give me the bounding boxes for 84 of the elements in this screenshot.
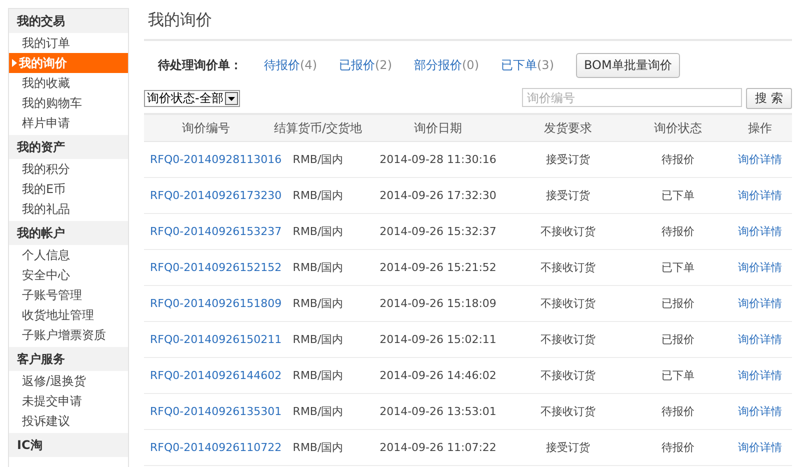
sidebar-section-title: IC淘 (9, 433, 128, 457)
details-link[interactable]: 询价详情 (738, 404, 782, 419)
inquiry-id-link[interactable]: RFQ0-20140926135301 (144, 405, 282, 418)
filter-link[interactable]: 部分报价(0) (414, 56, 479, 74)
sidebar-section-title: 我的帐户 (9, 221, 128, 245)
inquiry-id-link[interactable]: RFQ0-20140926152152 (144, 261, 282, 274)
inquiry-id-link[interactable]: RFQ0-20140928113016 (144, 153, 282, 166)
pending-label: 待处理询价单： (158, 56, 242, 74)
sidebar-item[interactable]: 返修/退换货 (9, 371, 128, 391)
search-field[interactable]: 询价编号 (522, 88, 742, 107)
inquiry-id-link[interactable]: RFQ0-20140926153237 (144, 225, 282, 238)
table-cell-text: 已下单 (660, 368, 696, 383)
table-cell-text: 接受订货 (545, 188, 591, 203)
column-header: 结算货币/交货地 (272, 120, 364, 136)
sidebar-item[interactable]: 投诉建议 (9, 411, 128, 431)
details-link[interactable]: 询价详情 (738, 260, 782, 275)
table-cell-text: 2014-09-26 13:53:01 (378, 405, 498, 418)
sidebar-item[interactable]: 我的积分 (9, 159, 128, 179)
details-link[interactable]: 询价详情 (738, 224, 782, 239)
inquiry-id-link[interactable]: RFQ0-20140926110722 (144, 441, 282, 454)
sidebar-item[interactable]: 个人信息 (9, 245, 128, 265)
details-link[interactable]: 询价详情 (738, 368, 782, 383)
filter-link[interactable]: 待报价(4) (264, 56, 317, 74)
table-cell-text: 已下单 (660, 260, 696, 275)
page-title: 我的询价 (148, 10, 212, 29)
table-cell-text: 2014-09-26 15:32:37 (378, 225, 498, 238)
sidebar-item[interactable]: 我的礼品 (9, 199, 128, 219)
column-header: 发货要求 (543, 120, 593, 136)
status-select[interactable]: 询价状态-全部 (144, 90, 240, 107)
inquiry-id-link[interactable]: RFQ0-20140926173230 (144, 189, 282, 202)
search-button[interactable]: 搜 索 (746, 88, 792, 109)
sidebar-section-title: 客户服务 (9, 347, 128, 371)
sidebar-item[interactable]: 我的订单 (9, 33, 128, 53)
table-cell-text: 已报价 (660, 296, 696, 311)
sidebar-item[interactable]: 我的收藏 (9, 73, 128, 93)
sidebar-item[interactable]: 子账户增票资质 (9, 325, 128, 345)
table-cell-text: 已报价 (660, 332, 696, 347)
dropdown-icon (228, 96, 236, 100)
table-cell-text: 不接收订货 (540, 332, 596, 347)
bom-button[interactable]: BOM单批量询价 (576, 52, 680, 78)
details-link[interactable]: 询价详情 (738, 440, 782, 455)
details-link[interactable]: 询价详情 (738, 332, 782, 347)
table-cell-text: 待报价 (660, 440, 696, 455)
sidebar-section-title: 我的交易 (9, 9, 128, 33)
table-cell-text: 不接收订货 (540, 296, 596, 311)
sidebar-item[interactable]: 我的购物车 (9, 93, 128, 113)
column-header: 询价日期 (413, 120, 463, 136)
inquiry-id-link[interactable]: RFQ0-20140926150211 (144, 333, 282, 346)
sidebar-item[interactable]: 样片申请 (9, 113, 128, 133)
details-link[interactable]: 询价详情 (738, 152, 782, 167)
table-cell-text: 接受订货 (545, 440, 591, 455)
table-cell-text: 待报价 (660, 152, 696, 167)
filter-link[interactable]: 已报价(2) (339, 56, 392, 74)
table-cell-text: 不接收订货 (540, 260, 596, 275)
details-link[interactable]: 询价详情 (738, 188, 782, 203)
table-cell-text: 不接收订货 (540, 368, 596, 383)
column-header: 操作 (747, 120, 773, 136)
table-cell-text: 2014-09-26 15:02:11 (378, 333, 498, 346)
table-cell-text: 不接收订货 (540, 224, 596, 239)
sidebar-item[interactable]: 子账号管理 (9, 285, 128, 305)
sidebar-item[interactable]: 收货地址管理 (9, 305, 128, 325)
caret-icon (12, 59, 17, 67)
table-cell-text: 2014-09-26 11:07:22 (378, 441, 498, 454)
sidebar-item[interactable]: 我的E币 (9, 179, 128, 199)
sidebar-item[interactable]: 安全中心 (9, 265, 128, 285)
table-cell-text: 不接收订货 (540, 404, 596, 419)
inquiry-id-link[interactable]: RFQ0-20140926144602 (144, 369, 282, 382)
table-cell-text: 2014-09-26 17:32:30 (378, 189, 498, 202)
table-cell-text: 2014-09-26 15:18:09 (378, 297, 498, 310)
sidebar-item[interactable]: 我的询价 (9, 53, 128, 73)
table-cell-text: 待报价 (660, 404, 696, 419)
column-header: 询价编号 (181, 120, 231, 136)
table-cell-text: 2014-09-28 11:30:16 (378, 153, 498, 166)
sidebar-item[interactable]: 未提交申请 (9, 391, 128, 411)
filter-link[interactable]: 已下单(3) (501, 56, 554, 74)
table-cell-text: 待报价 (660, 224, 696, 239)
table-cell-text: 2014-09-26 14:46:02 (378, 369, 498, 382)
details-link[interactable]: 询价详情 (738, 296, 782, 311)
table-cell-text: 接受订货 (545, 152, 591, 167)
table-cell-text: 2014-09-26 15:21:52 (378, 261, 498, 274)
table-cell-text: 已下单 (660, 188, 696, 203)
inquiry-id-link[interactable]: RFQ0-20140926151809 (144, 297, 282, 310)
column-header: 询价状态 (653, 120, 703, 136)
sidebar-section-title: 我的资产 (9, 135, 128, 159)
